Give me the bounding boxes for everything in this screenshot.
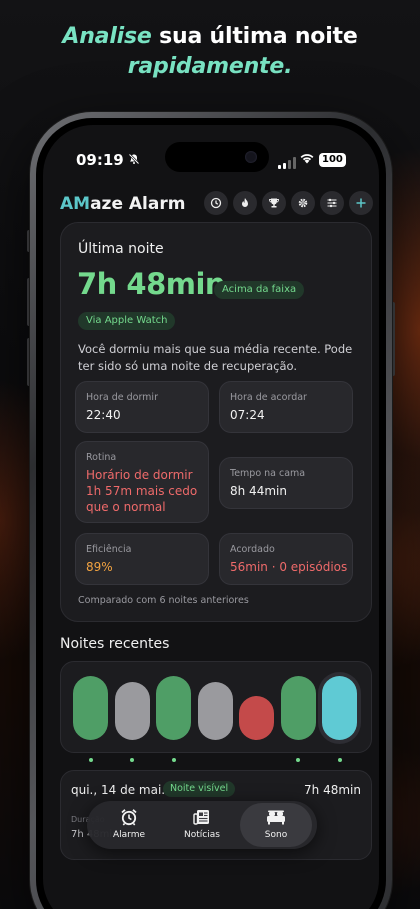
awake-value: 56min · 0 episódios <box>230 560 348 574</box>
headline-line2: rapidamente. <box>127 54 293 79</box>
night-dot <box>130 758 134 762</box>
night-dot <box>171 758 176 762</box>
source-badge: Via Apple Watch <box>78 312 176 330</box>
dynamic-island <box>165 142 269 172</box>
routine-value: Horário de dormir 1h 57m mais cedo que o… <box>86 468 198 514</box>
bell-slash-icon <box>128 153 140 168</box>
plus-icon[interactable] <box>349 191 373 215</box>
tab-bar: Alarme Notícias Sono <box>87 801 317 849</box>
bed-icon <box>240 807 312 829</box>
trophy-icon[interactable] <box>262 191 286 215</box>
wake-label: Hora de acordar <box>230 392 307 403</box>
newspaper-icon <box>166 807 238 829</box>
app-title-accent: AM <box>60 194 91 214</box>
night-bar[interactable] <box>239 696 274 740</box>
night-date: qui., 14 de mai. <box>71 783 166 797</box>
tab-alarm[interactable]: Alarme <box>93 801 165 849</box>
phone-screen: 09:19 100 AMaze Alarm Última noite 7h 48… <box>43 125 379 909</box>
last-night-title: Última noite <box>78 241 164 257</box>
routine-tile: Rotina Horário de dormir 1h 57m mais ced… <box>75 441 209 523</box>
tab-sleep[interactable]: Sono <box>240 803 312 847</box>
night-bar[interactable] <box>280 676 316 740</box>
night-dot <box>337 758 342 762</box>
efficiency-tile: Eficiência 89% <box>75 533 209 585</box>
recent-nights-title: Noites recentes <box>60 636 170 652</box>
tab-news[interactable]: Notícias <box>166 801 238 849</box>
header-actions <box>204 191 373 215</box>
last-night-card: Última noite 7h 48min Acima da faixa Via… <box>60 222 372 622</box>
night-dot <box>296 758 300 762</box>
wake-tile: Hora de acordar 07:24 <box>219 381 353 433</box>
night-dot <box>88 758 93 762</box>
tab-sleep-label: Sono <box>264 830 288 840</box>
recent-nights-chart <box>60 661 372 762</box>
in-bed-label: Tempo na cama <box>230 468 306 479</box>
headline-accent: Analise <box>62 24 152 49</box>
in-bed-value: 8h 44min <box>230 484 287 498</box>
sleep-summary: Você dormiu mais que sua média recente. … <box>78 342 353 373</box>
cellular-signal-icon <box>278 157 296 169</box>
status-time: 09:19 <box>76 151 124 169</box>
night-duration: 7h 48min <box>304 783 361 797</box>
efficiency-label: Eficiência <box>86 544 132 555</box>
headline-line1: sua última noite <box>151 24 358 49</box>
range-badge: Acima da faixa <box>214 281 305 299</box>
phone-frame: 09:19 100 AMaze Alarm Última noite 7h 48… <box>30 112 392 909</box>
tab-alarm-label: Alarme <box>112 830 146 840</box>
app-title: AMaze Alarm <box>60 194 185 214</box>
comparison-note: Comparado com 6 noites anteriores <box>78 595 249 606</box>
night-bar[interactable] <box>156 676 191 740</box>
alarm-clock-icon <box>93 807 165 829</box>
awake-label: Acordado <box>230 544 275 555</box>
sliders-icon[interactable] <box>320 191 344 215</box>
bedtime-value: 22:40 <box>86 408 121 422</box>
awake-tile: Acordado 56min · 0 episódios <box>219 533 353 585</box>
bedtime-label: Hora de dormir <box>86 392 158 403</box>
gear-icon[interactable] <box>291 191 315 215</box>
bedtime-tile: Hora de dormir 22:40 <box>75 381 209 433</box>
sleep-duration: 7h 48min <box>77 267 226 301</box>
in-bed-tile: Tempo na cama 8h 44min <box>219 457 353 509</box>
routine-label: Rotina <box>86 452 117 463</box>
tab-news-label: Notícias <box>184 830 220 840</box>
night-bar[interactable] <box>322 676 357 740</box>
night-bar[interactable] <box>197 682 233 740</box>
visible-night-badge: Noite visível <box>163 781 236 797</box>
flame-icon[interactable] <box>233 191 257 215</box>
battery-indicator: 100 <box>319 153 346 167</box>
headline: Analise sua última noite rapidamente. <box>0 22 420 82</box>
night-bar[interactable] <box>73 676 108 740</box>
night-bar[interactable] <box>114 682 150 740</box>
wifi-icon <box>299 152 315 168</box>
app-title-rest: aze Alarm <box>90 194 186 214</box>
wake-value: 07:24 <box>230 408 265 422</box>
efficiency-value: 89% <box>86 560 113 574</box>
history-icon[interactable] <box>204 191 228 215</box>
